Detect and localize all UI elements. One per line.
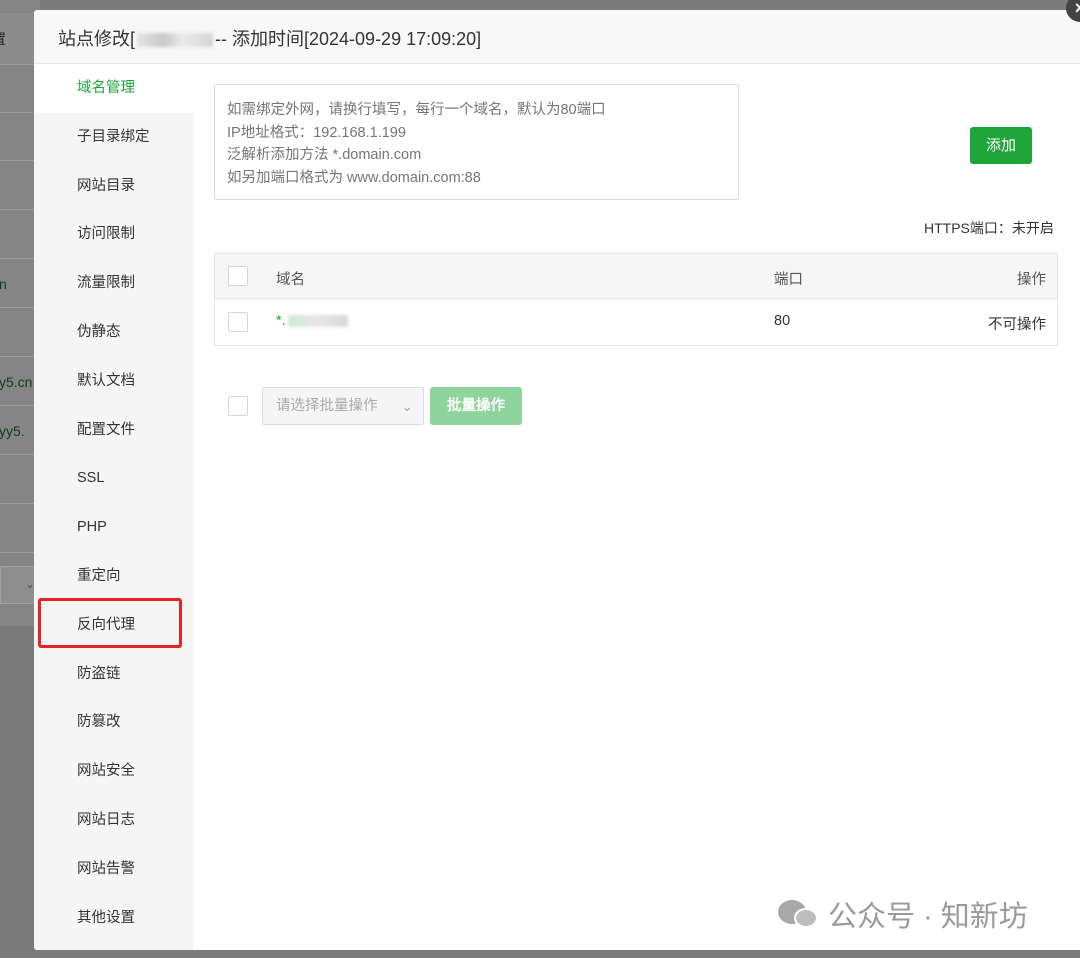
dialog-title-suffix: -- 添加时间[2024-09-29 17:09:20] <box>215 29 482 49</box>
https-port-status: HTTPS端口：未开启 <box>924 220 1054 236</box>
sidebar-item-rewrite[interactable]: 伪静态 <box>34 308 194 357</box>
sidebar-item-reverse-proxy[interactable]: 反向代理 <box>34 601 194 650</box>
column-header-port: 端口 <box>774 272 803 288</box>
action-cell: 不可操作 <box>988 317 1046 333</box>
add-domain-button[interactable]: 添加 <box>970 127 1032 164</box>
select-all-checkbox[interactable] <box>228 266 248 286</box>
column-header-action: 操作 <box>1017 272 1046 288</box>
sidebar-item-redirect[interactable]: 重定向 <box>34 552 194 601</box>
domain-value: *. <box>276 313 286 329</box>
redacted-site-name <box>137 33 214 48</box>
sidebar-item-traffic-limit[interactable]: 流量限制 <box>34 259 194 308</box>
watermark-text: 公众号 · 知新坊 <box>828 901 1028 933</box>
batch-select-checkbox[interactable] <box>228 396 248 416</box>
sidebar-item-php[interactable]: PHP <box>34 503 194 552</box>
site-edit-dialog: 站点修改[ -- 添加时间[2024-09-29 17:09:20] 域名管理 子… <box>34 10 1080 950</box>
port-cell: 80 <box>774 313 791 329</box>
table-header: 域名 端口 操作 <box>215 254 1057 299</box>
table-row: *. 80 不可操作 <box>215 299 1057 345</box>
sidebar-item-hotlink-protection[interactable]: 防盗链 <box>34 650 194 699</box>
sidebar-item-domain-management[interactable]: 域名管理 <box>34 64 194 113</box>
sidebar-item-config-file[interactable]: 配置文件 <box>34 406 194 455</box>
sidebar-item-access-limit[interactable]: 访问限制 <box>34 210 194 259</box>
batch-operation-button[interactable]: 批量操作 <box>430 387 522 425</box>
chevron-down-icon: ⌄ <box>401 398 413 414</box>
column-header-domain: 域名 <box>276 272 305 288</box>
domain-management-panel: 添加 HTTPS端口：未开启 域名 端口 操作 *. 80 不可操作 请选择批量… <box>194 64 1080 950</box>
sidebar-menu: 域名管理 子目录绑定 网站目录 访问限制 流量限制 伪静态 默认文档 配置文件 … <box>34 64 194 950</box>
sidebar-item-site-directory[interactable]: 网站目录 <box>34 162 194 211</box>
sidebar-item-tamper-protection[interactable]: 防篡改 <box>34 698 194 747</box>
watermark: 公众号 · 知新坊 <box>778 894 1028 934</box>
sidebar-item-site-logs[interactable]: 网站日志 <box>34 796 194 845</box>
domain-input[interactable] <box>214 84 739 200</box>
wechat-icon <box>778 896 820 932</box>
sidebar-item-site-alerts[interactable]: 网站告警 <box>34 845 194 894</box>
row-checkbox[interactable] <box>228 312 248 332</box>
redacted-domain <box>287 315 348 328</box>
sidebar-item-ssl[interactable]: SSL <box>34 454 194 503</box>
sidebar-item-other-settings[interactable]: 其他设置 <box>34 894 194 943</box>
sidebar-item-site-security[interactable]: 网站安全 <box>34 747 194 796</box>
dialog-title-prefix: 站点修改[ <box>58 29 136 49</box>
domain-table: 域名 端口 操作 *. 80 不可操作 <box>214 253 1058 346</box>
batch-operation-select[interactable]: 请选择批量操作 ⌄ <box>262 387 424 425</box>
sidebar-item-subdirectory-binding[interactable]: 子目录绑定 <box>34 113 194 162</box>
dialog-title: 站点修改[ -- 添加时间[2024-09-29 17:09:20] <box>58 25 481 51</box>
batch-select-placeholder: 请选择批量操作 <box>276 398 378 414</box>
dialog-header: 站点修改[ -- 添加时间[2024-09-29 17:09:20] <box>34 10 1080 64</box>
sidebar-item-default-document[interactable]: 默认文档 <box>34 357 194 406</box>
domain-cell[interactable]: *. <box>276 313 348 329</box>
